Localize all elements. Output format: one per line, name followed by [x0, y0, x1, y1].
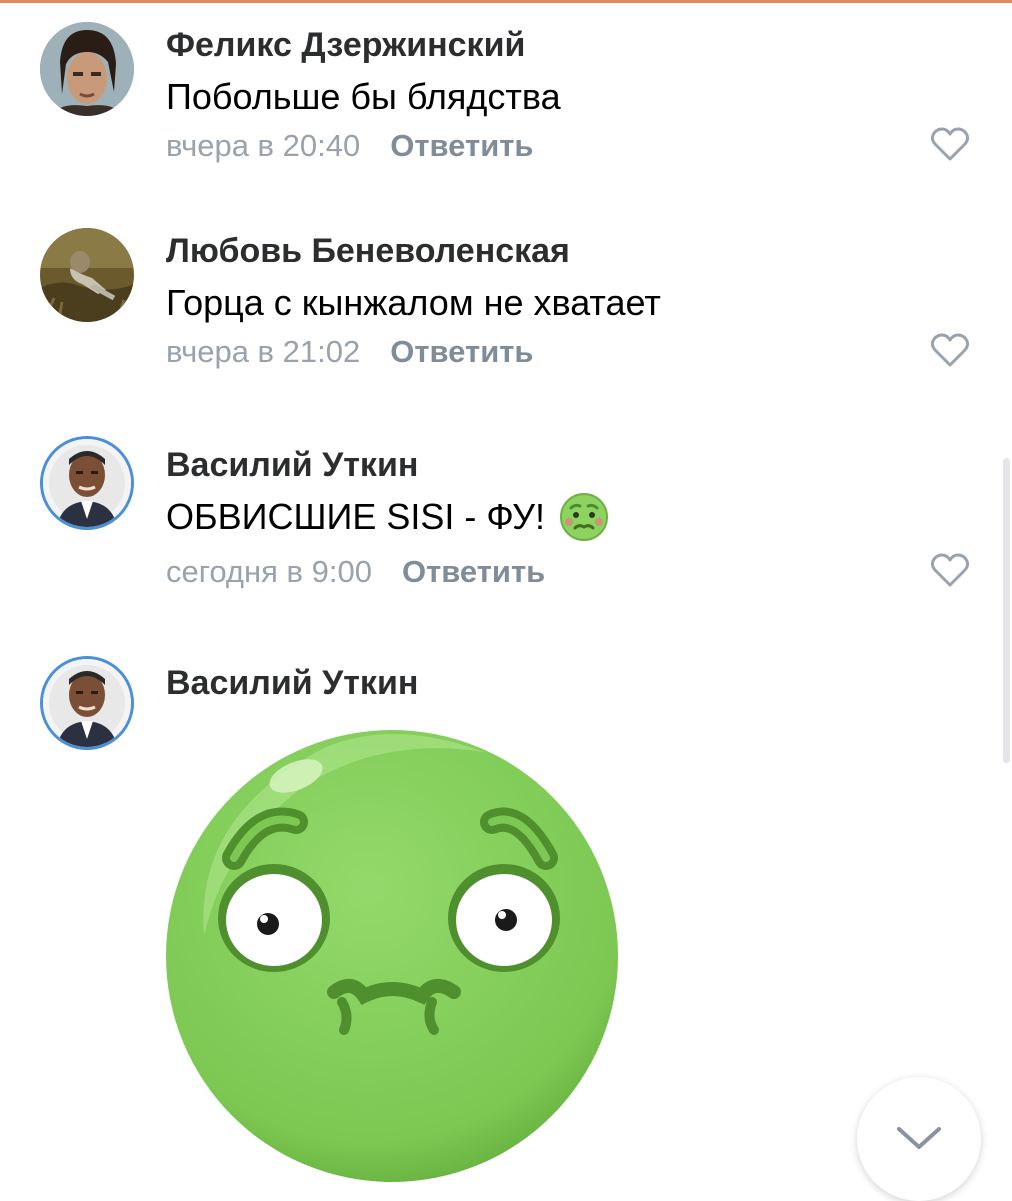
comment-meta: вчера в 21:02 Ответить — [166, 334, 534, 370]
heart-outline-icon[interactable] — [930, 332, 970, 368]
comment-author[interactable]: Василий Уткин — [166, 446, 418, 485]
heart-outline-icon[interactable] — [930, 126, 970, 162]
comment-time: вчера в 20:40 — [166, 128, 361, 163]
comment-text-content: ОБВИСШИЕ SISI - ФУ! — [166, 496, 546, 537]
nauseated-green-face-sticker — [166, 730, 618, 1182]
comment-text-content: Горца с кынжалом не хватает — [166, 282, 661, 323]
heart-outline-icon[interactable] — [930, 552, 970, 588]
comment-meta: сегодня в 9:00 Ответить — [166, 554, 545, 590]
scroll-down-button[interactable] — [857, 1077, 981, 1201]
scrollbar[interactable] — [1003, 458, 1010, 763]
comment-text-content: Побольше бы блядства — [166, 76, 561, 117]
author-avatar[interactable] — [40, 22, 134, 116]
comment-author[interactable]: Василий Уткин — [166, 664, 418, 703]
comment-meta: вчера в 20:40 Ответить — [166, 128, 534, 164]
comment-text: Горца с кынжалом не хватает — [166, 282, 661, 324]
chevron-down-icon — [897, 1127, 941, 1149]
author-avatar[interactable] — [40, 656, 134, 750]
author-avatar[interactable] — [40, 436, 134, 530]
comment-author[interactable]: Феликс Дзержинский — [166, 26, 525, 65]
header-accent-line — [0, 0, 1012, 3]
reply-button[interactable]: Ответить — [390, 128, 533, 163]
nauseated-face-emoji-icon — [560, 493, 609, 541]
comment-time: вчера в 21:02 — [166, 334, 361, 369]
comment-author[interactable]: Любовь Беневоленская — [166, 232, 570, 271]
comment-time: сегодня в 9:00 — [166, 554, 372, 589]
man-portrait-avatar-icon — [43, 439, 131, 527]
reply-button[interactable]: Ответить — [390, 334, 533, 369]
reply-button[interactable]: Ответить — [402, 554, 545, 589]
woman-in-field-avatar-icon — [40, 228, 134, 322]
man-portrait-avatar-icon — [40, 22, 134, 116]
author-avatar[interactable] — [40, 228, 134, 322]
man-portrait-avatar-icon — [43, 659, 131, 747]
comment-text: ОБВИСШИЕ SISI - ФУ! — [166, 492, 609, 542]
comment-text: Побольше бы блядства — [166, 76, 561, 118]
